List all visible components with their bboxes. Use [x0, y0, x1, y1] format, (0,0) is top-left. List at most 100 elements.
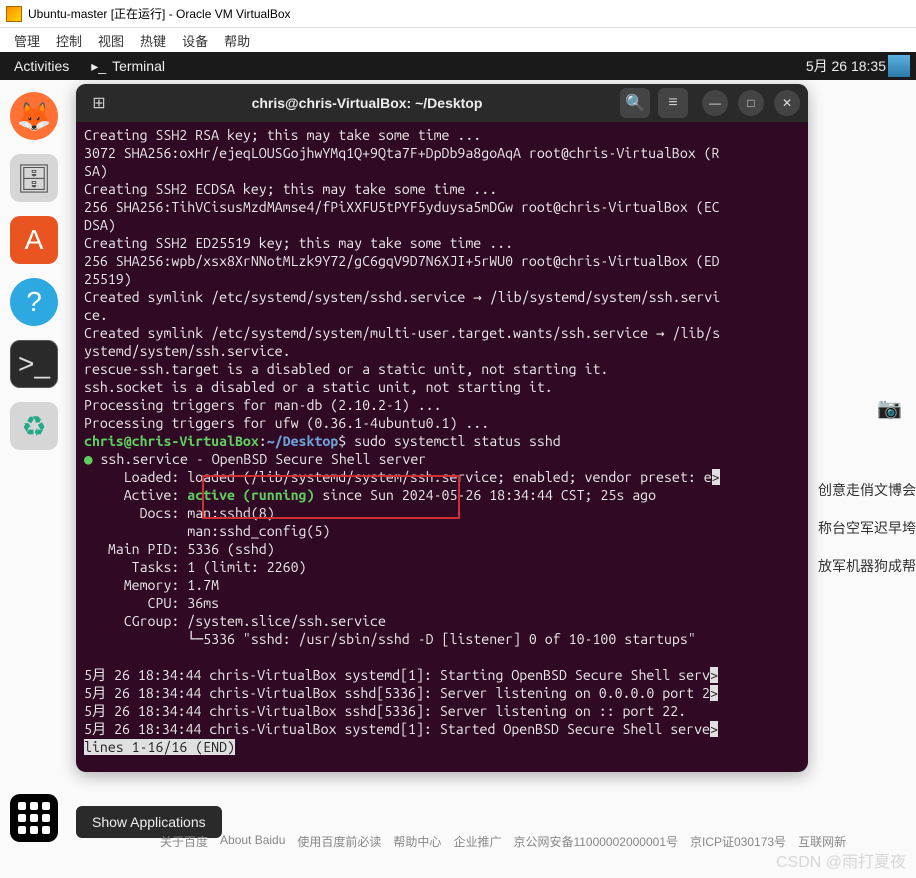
virtualbox-titlebar: Ubuntu-master [正在运行] - Oracle VM Virtual… [0, 0, 916, 28]
footer-link[interactable]: 京公网安备11000002000001号 [513, 833, 678, 850]
term-line: Creating SSH2 ECDSA key; this may take s… [84, 181, 497, 197]
dock-terminal[interactable]: >_ [10, 340, 58, 388]
dock-firefox[interactable]: 🦊 [10, 92, 58, 140]
footer-link[interactable]: About Baidu [220, 833, 285, 850]
terminal-dock-icon: >_ [18, 348, 50, 380]
prompt-path: ~/Desktop [267, 433, 339, 449]
ubuntu-topbar: Activities ▸_ Terminal 5月 26 18:35 [0, 52, 916, 80]
term-line: SA) [84, 163, 108, 179]
virtualbox-menubar: 管理 控制 视图 热键 设备 帮助 [0, 28, 916, 52]
plus-icon: ⊞ [92, 93, 105, 113]
prompt-user: chris@chris-VirtualBox [84, 433, 259, 449]
background-text: 放军机器狗成帮 [818, 556, 916, 576]
clock[interactable]: 5月 26 18:35 [806, 56, 886, 76]
term-line: rescue-ssh.target is a disabled or a sta… [84, 361, 608, 377]
dock-files[interactable]: 🗄 [10, 154, 58, 202]
close-icon: ✕ [782, 96, 792, 110]
term-line: 5月 26 18:34:44 chris-VirtualBox systemd[… [84, 721, 710, 737]
prompt-sep: : [259, 433, 267, 449]
files-icon: 🗄 [16, 162, 52, 195]
term-line: ce. [84, 307, 108, 323]
term-line: ystemd/system/ssh.service. [84, 343, 291, 359]
term-line: Creating SSH2 RSA key; this may take som… [84, 127, 481, 143]
terminal-body[interactable]: Creating SSH2 RSA key; this may take som… [76, 122, 808, 760]
store-icon: A [25, 224, 44, 256]
term-line: 5月 26 18:34:44 chris-VirtualBox sshd[533… [84, 685, 710, 701]
dock-trash[interactable]: ♻ [10, 402, 58, 450]
maximize-button[interactable]: □ [738, 90, 764, 116]
term-wrap-marker: > [710, 667, 718, 683]
terminal-indicator[interactable]: ▸_ Terminal [91, 58, 165, 75]
term-line: 256 SHA256:wpb/xsx8XrNNotMLzk9Y72/gC6gqV… [84, 253, 720, 269]
terminal-title: chris@chris-VirtualBox: ~/Desktop [114, 95, 620, 111]
window-title: Ubuntu-master [正在运行] - Oracle VM Virtual… [28, 5, 291, 22]
show-applications-button[interactable] [10, 794, 58, 842]
term-line: 3072 SHA256:oxHr/ejeqLOUSGojhwYMq1Q+9Qta… [84, 145, 720, 161]
term-line: Memory: 1.7M [84, 577, 219, 593]
menu-hotkey[interactable]: 热键 [140, 31, 166, 50]
menu-manage[interactable]: 管理 [14, 31, 40, 50]
hamburger-icon: ≡ [668, 94, 677, 112]
menu-help[interactable]: 帮助 [224, 31, 250, 50]
term-wrap-marker: > [712, 469, 720, 485]
system-logo-icon [888, 55, 910, 77]
status-dot-icon: ● [84, 451, 93, 467]
term-wrap-marker: > [710, 721, 718, 737]
dock: 🦊 🗄 A ? >_ ♻ [4, 84, 64, 450]
highlight-annotation [202, 475, 460, 519]
term-line: ssh.service - OpenBSD Secure Shell serve… [93, 451, 427, 467]
footer-link[interactable]: 关于百度 [160, 833, 208, 850]
menu-control[interactable]: 控制 [56, 31, 82, 50]
menu-view[interactable]: 视图 [98, 31, 124, 50]
term-line: 25519) [84, 271, 132, 287]
term-line: Created symlink /etc/systemd/system/mult… [84, 325, 720, 341]
camera-icon[interactable]: 📷 [877, 396, 902, 421]
new-tab-button[interactable]: ⊞ [84, 88, 114, 118]
footer-link[interactable]: 使用百度前必读 [297, 833, 381, 850]
term-line: DSA) [84, 217, 116, 233]
minimize-icon: — [709, 96, 721, 110]
term-line: 5月 26 18:34:44 chris-VirtualBox systemd[… [84, 667, 710, 683]
term-line: CPU: 36ms [84, 595, 219, 611]
menu-button[interactable]: ≡ [658, 88, 688, 118]
workspace: 🦊 🗄 A ? >_ ♻ Show Applications ⊞ chris@c… [0, 80, 916, 878]
footer-link[interactable]: 京ICP证030173号 [690, 833, 786, 850]
term-line: ssh.socket is a disabled or a static uni… [84, 379, 553, 395]
term-line: 256 SHA256:TihVCisusMzdMAmse4/fPiXXFU5tP… [84, 199, 720, 215]
dock-software[interactable]: A [10, 216, 58, 264]
search-icon: 🔍 [625, 93, 645, 113]
term-line: Tasks: 1 (limit: 2260) [84, 559, 306, 575]
footer-link[interactable]: 帮助中心 [393, 833, 441, 850]
activities-button[interactable]: Activities [14, 58, 69, 74]
term-line: └─5336 "sshd: /usr/sbin/sshd -D [listene… [84, 631, 696, 647]
pager-end-line: lines 1-16/16 (END) [84, 739, 235, 755]
menu-devices[interactable]: 设备 [182, 31, 208, 50]
term-line: Active: [84, 487, 187, 503]
search-button[interactable]: 🔍 [620, 88, 650, 118]
trash-icon: ♻ [21, 410, 46, 443]
help-icon: ? [26, 286, 42, 318]
minimize-button[interactable]: — [702, 90, 728, 116]
background-text: 创意走俏文博会 [818, 480, 916, 500]
term-line: 5月 26 18:34:44 chris-VirtualBox sshd[533… [84, 703, 686, 719]
maximize-icon: □ [747, 96, 754, 110]
term-line: Creating SSH2 ED25519 key; this may take… [84, 235, 513, 251]
terminal-window: ⊞ chris@chris-VirtualBox: ~/Desktop 🔍 ≡ … [76, 84, 808, 772]
term-line: CGroup: /system.slice/ssh.service [84, 613, 386, 629]
firefox-icon: 🦊 [17, 100, 52, 133]
virtualbox-icon [6, 6, 22, 22]
term-wrap-marker: > [710, 685, 718, 701]
terminal-titlebar: ⊞ chris@chris-VirtualBox: ~/Desktop 🔍 ≡ … [76, 84, 808, 122]
terminal-icon: ▸_ [91, 58, 106, 75]
close-button[interactable]: ✕ [774, 90, 800, 116]
term-line: Created symlink /etc/systemd/system/sshd… [84, 289, 720, 305]
term-line: Processing triggers for man-db (2.10.2-1… [84, 397, 442, 413]
term-line: man:sshd_config(5) [84, 523, 330, 539]
terminal-indicator-label: Terminal [112, 58, 165, 74]
dock-help[interactable]: ? [10, 278, 58, 326]
watermark: CSDN @雨打夏夜 [776, 848, 906, 872]
footer-link[interactable]: 企业推广 [453, 833, 501, 850]
background-text: 称台空军迟早垮 [818, 518, 916, 538]
term-line: Main PID: 5336 (sshd) [84, 541, 275, 557]
term-line: Processing triggers for ufw (0.36.1-4ubu… [84, 415, 489, 431]
